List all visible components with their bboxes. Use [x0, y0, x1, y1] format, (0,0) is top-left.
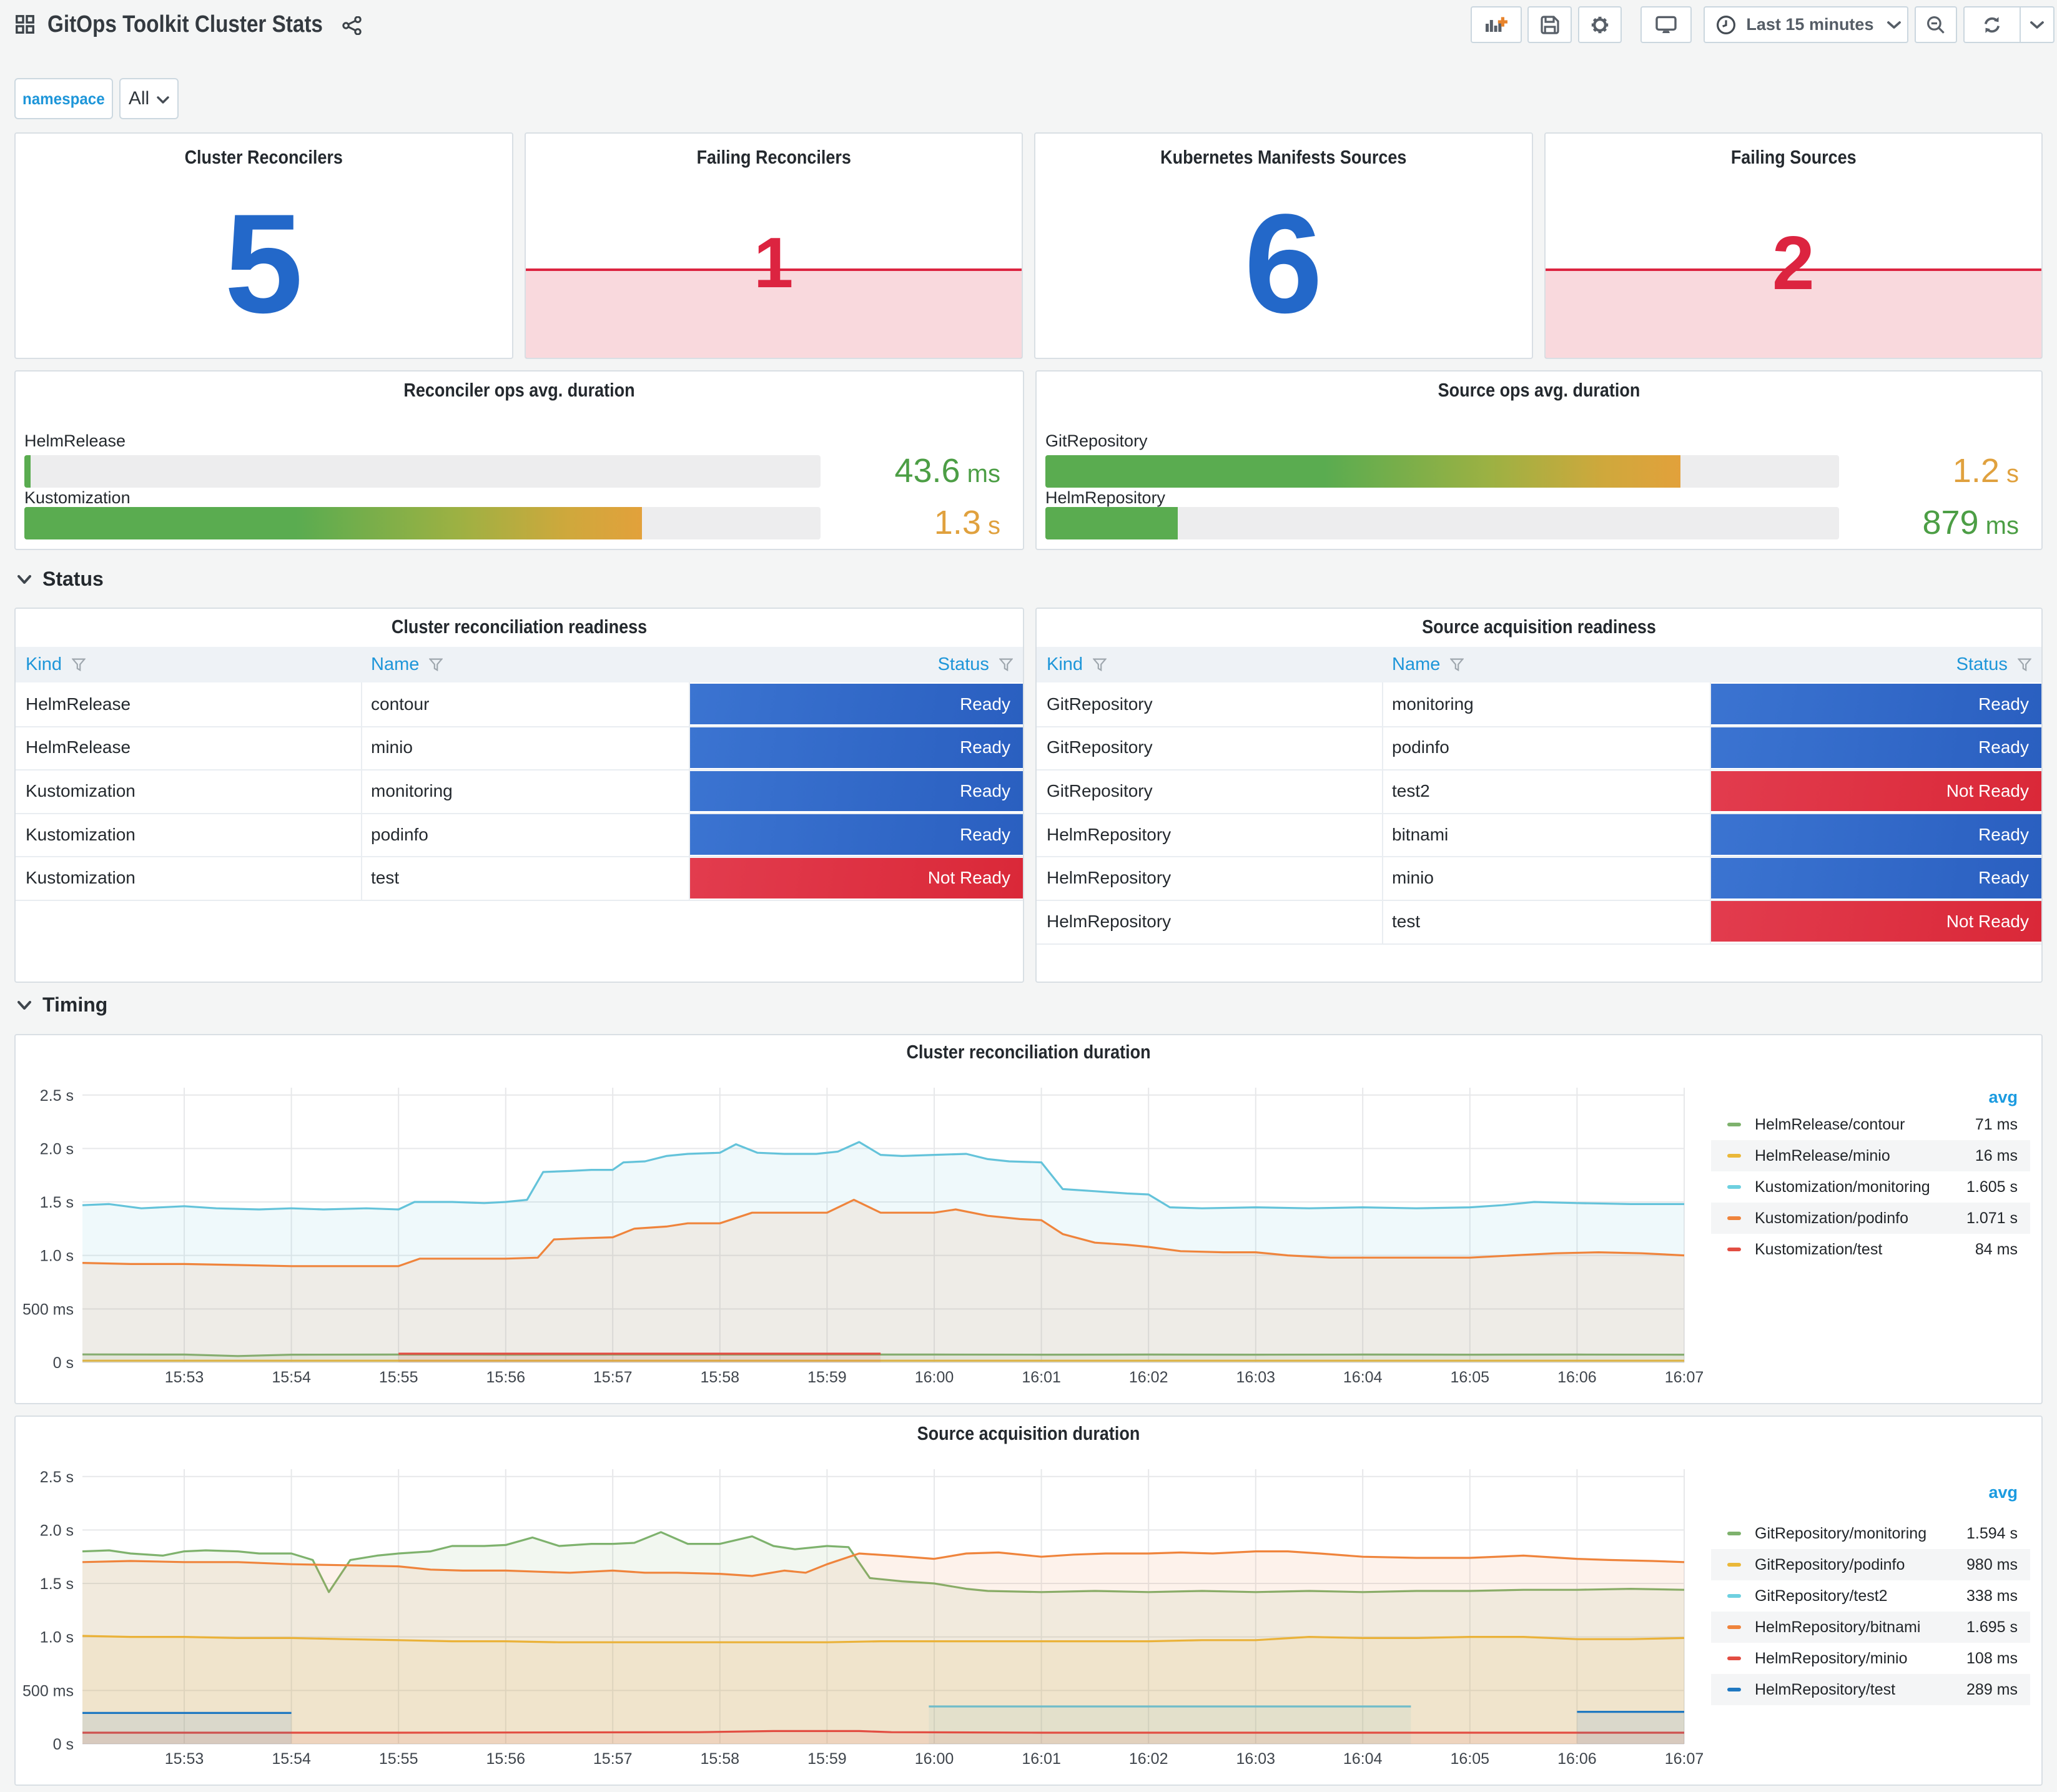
svg-text:15:56: 15:56	[486, 1369, 526, 1386]
svg-text:1.0 s: 1.0 s	[40, 1248, 74, 1265]
svg-text:16:00: 16:00	[915, 1369, 954, 1386]
svg-text:16:05: 16:05	[1451, 1369, 1490, 1386]
svg-text:15:59: 15:59	[807, 1369, 847, 1386]
svg-text:1.0 s: 1.0 s	[40, 1629, 74, 1647]
svg-text:15:55: 15:55	[379, 1750, 418, 1768]
svg-text:16:01: 16:01	[1022, 1369, 1061, 1386]
svg-text:16:07: 16:07	[1665, 1750, 1704, 1768]
svg-text:15:57: 15:57	[593, 1369, 633, 1386]
svg-text:2.5 s: 2.5 s	[40, 1469, 74, 1486]
svg-text:15:53: 15:53	[165, 1750, 204, 1768]
svg-text:2.0 s: 2.0 s	[40, 1140, 74, 1158]
svg-text:500 ms: 500 ms	[22, 1301, 74, 1318]
svg-text:16:04: 16:04	[1343, 1369, 1383, 1386]
svg-text:15:54: 15:54	[272, 1750, 311, 1768]
svg-text:15:58: 15:58	[701, 1750, 740, 1768]
svg-text:15:56: 15:56	[486, 1750, 526, 1768]
svg-text:16:07: 16:07	[1665, 1369, 1704, 1386]
svg-text:16:03: 16:03	[1236, 1750, 1276, 1768]
svg-text:0 s: 0 s	[53, 1736, 74, 1753]
svg-text:16:06: 16:06	[1557, 1369, 1597, 1386]
svg-text:15:55: 15:55	[379, 1369, 418, 1386]
svg-text:16:01: 16:01	[1022, 1750, 1061, 1768]
svg-text:16:02: 16:02	[1129, 1750, 1168, 1768]
svg-text:16:05: 16:05	[1451, 1750, 1490, 1768]
svg-text:15:54: 15:54	[272, 1369, 311, 1386]
svg-text:2.5 s: 2.5 s	[40, 1087, 74, 1105]
svg-text:16:06: 16:06	[1557, 1750, 1597, 1768]
svg-text:2.0 s: 2.0 s	[40, 1522, 74, 1539]
svg-text:15:58: 15:58	[701, 1369, 740, 1386]
svg-text:16:02: 16:02	[1129, 1369, 1168, 1386]
svg-text:0 s: 0 s	[53, 1354, 74, 1372]
svg-text:15:59: 15:59	[807, 1750, 847, 1768]
svg-text:16:00: 16:00	[915, 1750, 954, 1768]
svg-text:15:53: 15:53	[165, 1369, 204, 1386]
svg-text:15:57: 15:57	[593, 1750, 633, 1768]
svg-text:500 ms: 500 ms	[22, 1682, 74, 1700]
svg-text:1.5 s: 1.5 s	[40, 1194, 74, 1211]
svg-text:1.5 s: 1.5 s	[40, 1575, 74, 1593]
svg-text:16:03: 16:03	[1236, 1369, 1276, 1386]
svg-text:16:04: 16:04	[1343, 1750, 1383, 1768]
